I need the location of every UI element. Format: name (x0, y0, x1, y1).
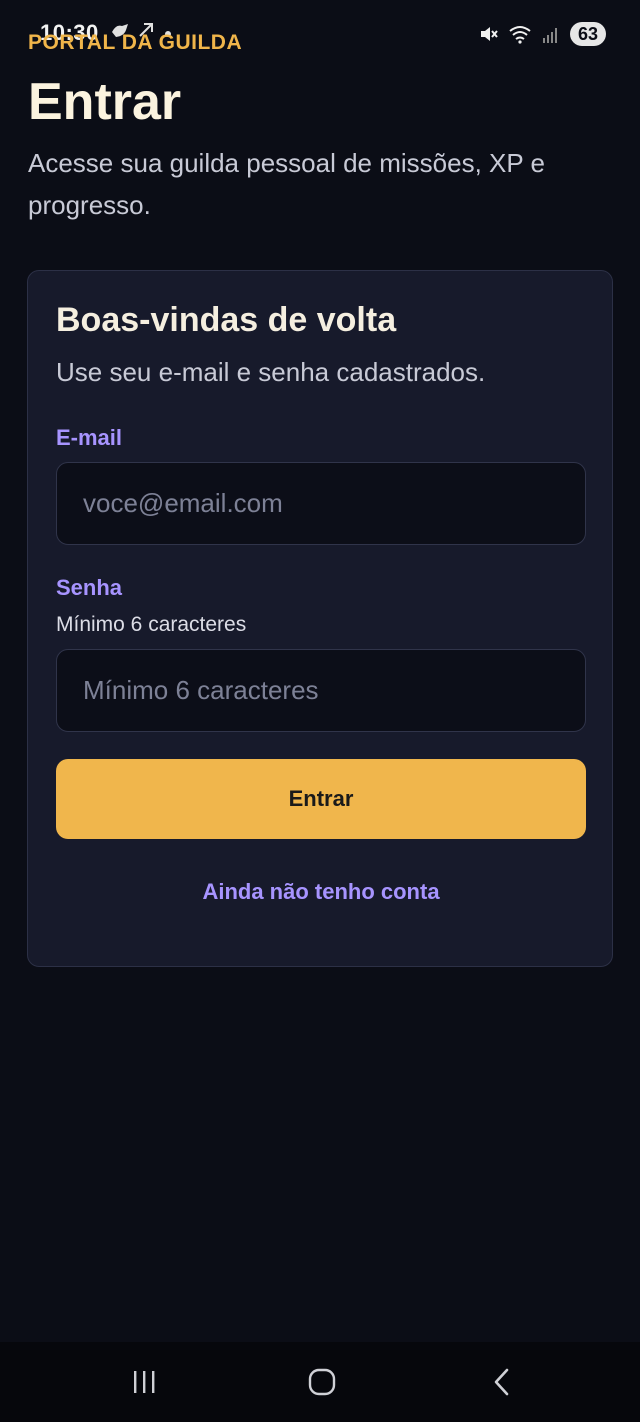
battery-indicator: 63 (569, 22, 606, 46)
recent-apps-button[interactable] (114, 1362, 174, 1402)
email-label: E-mail (56, 425, 123, 450)
status-right: 63 (478, 22, 606, 46)
home-icon (308, 1368, 336, 1396)
card-subtitle: Use seu e-mail e senha cadastrados. (56, 357, 486, 387)
app-eyebrow: PORTAL DA GUILDA (28, 31, 243, 54)
back-icon (494, 1368, 509, 1396)
signal-icon (542, 28, 557, 43)
password-field[interactable] (56, 649, 586, 732)
wifi-icon (509, 26, 531, 44)
password-label: Senha (56, 575, 123, 600)
mute-icon (480, 27, 498, 41)
back-button[interactable] (472, 1362, 532, 1402)
login-screen: 10:30 63 PORTAL DA GUILDA Entrar Acesse … (0, 0, 640, 1422)
login-card: Boas-vindas de volta Use seu e-mail e se… (27, 270, 613, 967)
navigation-bar (0, 1342, 640, 1422)
card-title: Boas-vindas de volta (56, 301, 397, 339)
recent-apps-icon (134, 1371, 155, 1393)
password-hint: Mínimo 6 caracteres (56, 613, 247, 636)
home-button[interactable] (292, 1362, 352, 1402)
page-title: Entrar (28, 73, 182, 131)
page-subtitle: Acesse sua guilda pessoal de missões, XP… (28, 148, 545, 220)
login-button[interactable]: Entrar (56, 759, 586, 839)
signup-link[interactable]: Ainda não tenho conta (28, 879, 614, 905)
email-field[interactable] (56, 462, 586, 545)
